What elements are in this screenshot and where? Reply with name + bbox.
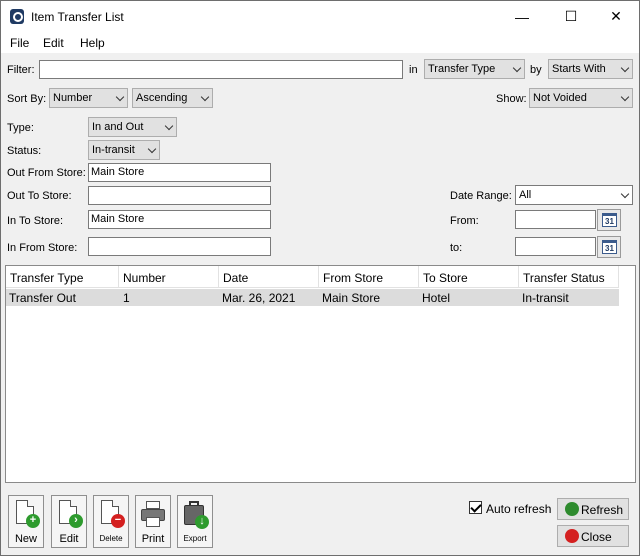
auto-refresh-checkbox[interactable] [469, 501, 482, 514]
type-value: In and Out [92, 121, 144, 133]
close-button-label: Close [581, 530, 612, 544]
show-select[interactable]: Not Voided [529, 88, 633, 108]
edit-document-icon: › [57, 500, 83, 530]
print-button[interactable]: Print [135, 495, 171, 548]
in-to-store-label: In To Store: [7, 215, 64, 227]
chevron-down-icon [512, 63, 522, 73]
calendar-icon: 31 [602, 240, 617, 254]
column-header-date[interactable]: Date [219, 266, 319, 288]
export-button-label: Export [183, 534, 207, 543]
title-bar: Item Transfer List — ☐ ✕ [1, 1, 639, 32]
chevron-down-icon [620, 63, 630, 73]
printer-icon [141, 500, 165, 530]
in-to-store-input[interactable]: Main Store [88, 210, 271, 229]
transfer-grid[interactable]: Transfer Type Number Date From Store To … [5, 265, 636, 483]
status-select[interactable]: In-transit [88, 140, 160, 160]
show-value: Not Voided [533, 92, 587, 104]
column-header-transfer-status[interactable]: Transfer Status [519, 266, 619, 288]
cell-number: 1 [123, 291, 130, 305]
type-label: Type: [7, 122, 34, 134]
filter-mode-select[interactable]: Starts With [548, 59, 633, 79]
sort-field-select[interactable]: Number [49, 88, 128, 108]
cell-to-store: Hotel [422, 291, 451, 305]
menu-help[interactable]: Help [80, 36, 105, 50]
cell-date: Mar. 26, 2021 [222, 291, 296, 305]
sort-field-value: Number [53, 92, 93, 104]
to-date-input[interactable] [515, 237, 596, 256]
in-from-store-label: In From Store: [7, 242, 78, 254]
filter-by-label: by [530, 64, 542, 76]
new-document-icon: + [14, 500, 40, 530]
chevron-down-icon [164, 121, 174, 131]
cell-transfer-status: In-transit [522, 291, 569, 305]
app-logo-icon [10, 9, 24, 24]
refresh-button-label: Refresh [581, 503, 624, 517]
chevron-down-icon [620, 92, 630, 102]
new-button-label: New [14, 533, 37, 545]
auto-refresh-label: Auto refresh [486, 502, 552, 516]
refresh-button[interactable]: Refresh [557, 498, 629, 520]
out-to-store-label: Out To Store: [7, 190, 72, 202]
in-from-store-input[interactable] [88, 237, 271, 256]
close-button[interactable]: Close [557, 525, 629, 547]
edit-button[interactable]: › Edit [51, 495, 87, 548]
calendar-icon: 31 [602, 213, 617, 227]
chevron-down-icon [200, 92, 210, 102]
to-date-label: to: [450, 242, 463, 254]
item-transfer-window: Item Transfer List — ☐ ✕ File Edit Help … [0, 0, 640, 556]
filter-mode-value: Starts With [552, 63, 606, 75]
menu-edit[interactable]: Edit [43, 36, 64, 50]
from-date-label: From: [450, 215, 479, 227]
chevron-down-icon [620, 189, 630, 199]
column-header-to-store[interactable]: To Store [419, 266, 519, 288]
column-header-transfer-type[interactable]: Transfer Type [6, 266, 119, 288]
out-to-store-input[interactable] [88, 186, 271, 205]
date-range-select[interactable]: All [515, 185, 633, 205]
export-icon: ↓ [183, 500, 209, 530]
refresh-icon [565, 502, 579, 516]
print-button-label: Print [141, 533, 165, 545]
out-from-store-input[interactable]: Main Store [88, 163, 271, 182]
date-range-value: All [519, 189, 532, 201]
to-date-calendar-button[interactable]: 31 [597, 236, 621, 258]
delete-button[interactable]: − Delete [93, 495, 129, 548]
delete-button-label: Delete [99, 534, 123, 543]
sort-by-label: Sort By: [7, 93, 47, 105]
from-date-input[interactable] [515, 210, 596, 229]
filter-in-label: in [409, 64, 418, 76]
date-range-label: Date Range: [450, 190, 512, 202]
delete-document-icon: − [99, 500, 125, 530]
minimize-button[interactable]: — [499, 1, 545, 32]
status-value: In-transit [92, 144, 135, 156]
filter-label: Filter: [7, 64, 35, 76]
sort-order-value: Ascending [136, 92, 188, 104]
filter-input[interactable] [39, 60, 403, 79]
close-window-button[interactable]: ✕ [593, 1, 639, 32]
show-label: Show: [496, 93, 527, 105]
new-button[interactable]: + New [8, 495, 44, 548]
chevron-down-icon [147, 144, 157, 154]
edit-button-label: Edit [59, 533, 79, 545]
chevron-down-icon [115, 92, 125, 102]
window-title: Item Transfer List [31, 10, 124, 24]
close-icon [565, 529, 579, 543]
column-header-number[interactable]: Number [119, 266, 219, 288]
filter-field-value: Transfer Type [428, 63, 496, 75]
maximize-button[interactable]: ☐ [548, 1, 594, 32]
sort-order-select[interactable]: Ascending [132, 88, 213, 108]
export-button[interactable]: ↓ Export [177, 495, 213, 548]
cell-transfer-type: Transfer Out [9, 291, 76, 305]
menu-file[interactable]: File [10, 36, 29, 50]
table-row[interactable]: Transfer Out 1 Mar. 26, 2021 Main Store … [6, 289, 619, 306]
out-from-store-label: Out From Store: [7, 167, 86, 179]
status-label: Status: [7, 145, 42, 157]
cell-from-store: Main Store [322, 291, 381, 305]
column-header-from-store[interactable]: From Store [319, 266, 419, 288]
type-select[interactable]: In and Out [88, 117, 177, 137]
menu-bar: File Edit Help [1, 32, 639, 53]
filter-field-select[interactable]: Transfer Type [424, 59, 525, 79]
from-date-calendar-button[interactable]: 31 [597, 209, 621, 231]
